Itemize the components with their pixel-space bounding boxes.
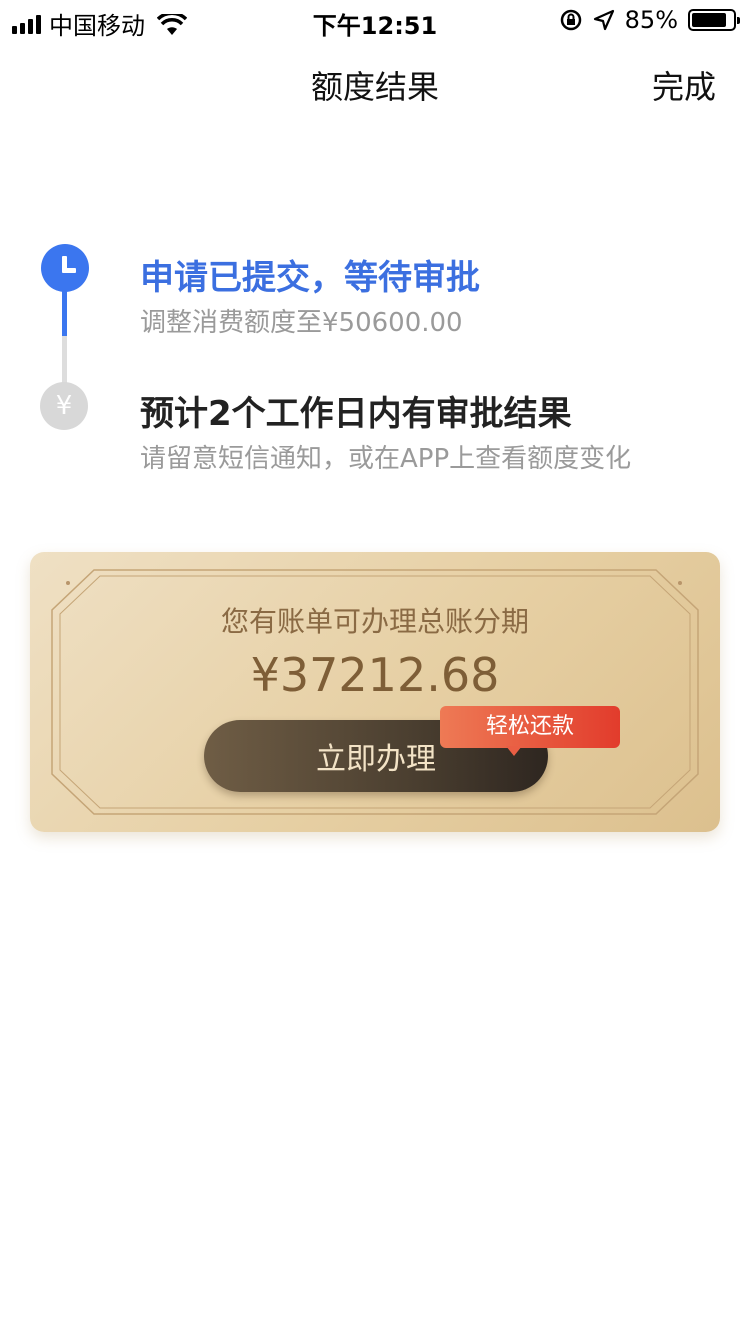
step1-subtitle: 调整消费额度至¥50600.00 (140, 308, 463, 338)
step2-title: 预计2个工作日内有审批结果 (140, 394, 572, 434)
done-button[interactable]: 完成 (652, 62, 716, 108)
battery-fill (692, 13, 726, 27)
badge-tail (506, 746, 522, 756)
step1-title: 申请已提交，等待审批 (140, 258, 480, 298)
location-arrow-icon (593, 9, 614, 31)
yen-icon: ¥ (40, 382, 88, 430)
page-title: 额度结果 (310, 68, 439, 106)
promo-amount: ¥37212.68 (250, 648, 500, 702)
battery-icon (688, 9, 740, 31)
step2-subtitle: 请留意短信通知，或在APP上查看额度变化 (140, 444, 632, 474)
timeline-pending-line (62, 336, 67, 384)
installment-promo-card: 您有账单可办理总账分期 ¥37212.68 立即办理 轻松还款 (30, 552, 720, 832)
battery-percent: 85% (624, 6, 678, 34)
status-bar: 中国移动 下午12:51 85% (0, 0, 750, 40)
timeline-progress-line (62, 290, 67, 336)
orientation-lock-icon (560, 9, 581, 31)
promo-title: 您有账单可办理总账分期 (220, 605, 529, 638)
easy-repay-badge: 轻松还款 (440, 706, 620, 748)
clock-icon (41, 244, 89, 292)
status-right: 85% (559, 6, 740, 34)
